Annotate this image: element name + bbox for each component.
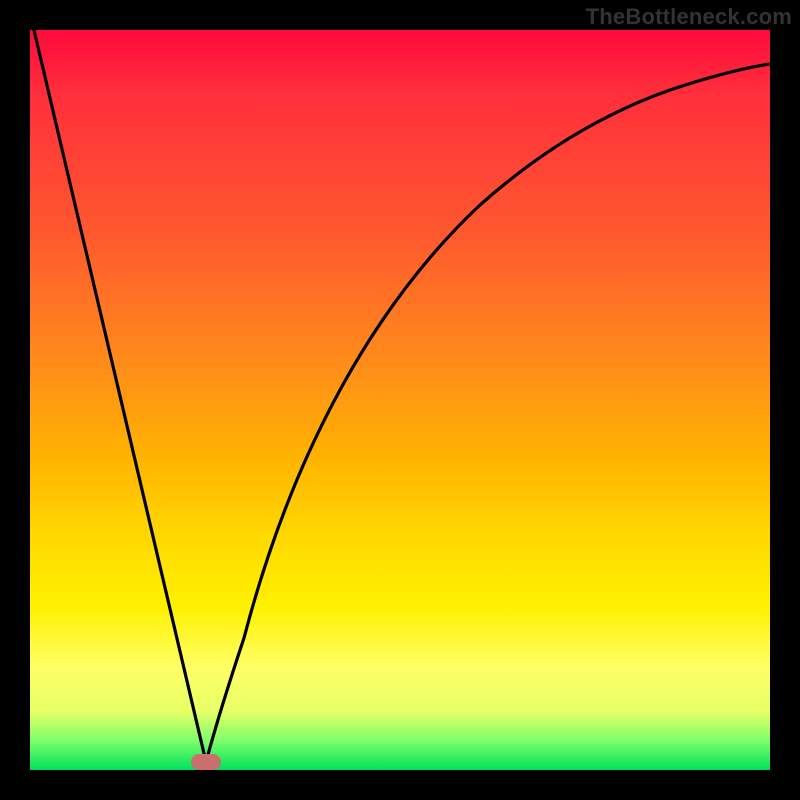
chart-frame: TheBottleneck.com [0,0,800,800]
curve-right-segment [206,64,770,762]
watermark-text: TheBottleneck.com [586,4,792,30]
plot-area [30,30,770,770]
curve-left-segment [34,30,206,762]
optimal-marker [191,754,221,770]
bottleneck-curve [30,30,770,770]
